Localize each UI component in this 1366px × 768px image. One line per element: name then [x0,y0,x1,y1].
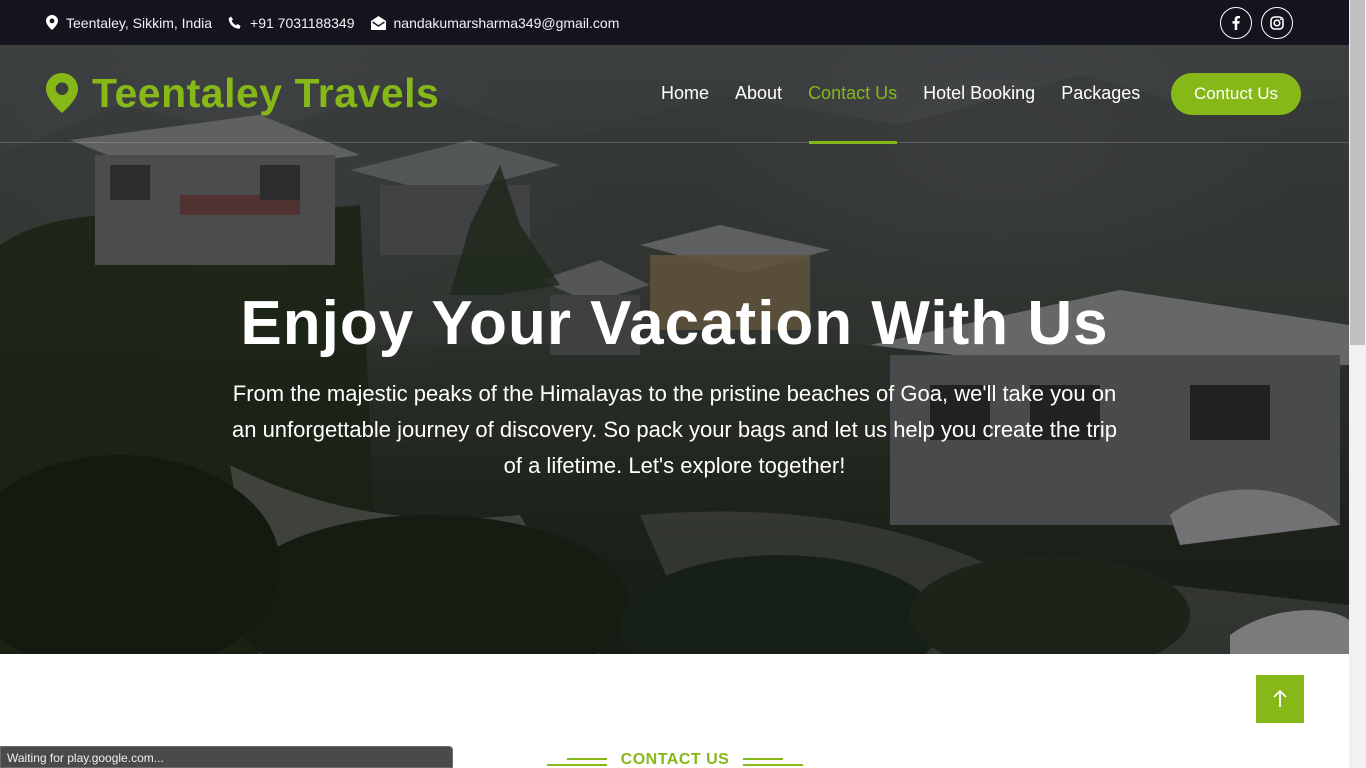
hero-section: Teentaley Travels Home About Contact Us … [0,45,1349,654]
email-text: nandakumarsharma349@gmail.com [393,14,620,31]
facebook-icon [1232,16,1240,30]
instagram-button[interactable] [1261,7,1293,39]
page-scrollbar[interactable] [1349,0,1366,768]
nav-about[interactable]: About [735,81,782,105]
social-links [1220,7,1293,39]
nav-menu: Home About Contact Us Hotel Booking Pack… [648,81,1153,144]
map-pin-icon [46,73,78,113]
instagram-icon [1270,16,1284,30]
nav-home[interactable]: Home [661,81,709,105]
location-icon [46,15,58,30]
scrollbar-thumb[interactable] [1350,0,1365,345]
phone-text: +91 7031188349 [250,14,355,31]
topbar: Teentaley, Sikkim, India +91 7031188349 … [0,0,1349,45]
hero-title: Enjoy Your Vacation With Us [240,289,1109,358]
brand-logo[interactable]: Teentaley Travels [46,72,439,114]
contact-cta-button[interactable]: Contuct Us [1171,73,1301,115]
back-to-top-button[interactable] [1256,675,1304,723]
hero-subtitle: From the majestic peaks of the Himalayas… [231,381,1118,478]
navbar: Teentaley Travels Home About Contact Us … [0,45,1349,144]
phone-icon [228,16,241,29]
facebook-button[interactable] [1220,7,1252,39]
browser-status-bar: Waiting for play.google.com... [0,746,453,768]
brand-name: Teentaley Travels [92,70,440,116]
location-info: Teentaley, Sikkim, India [46,15,212,31]
nav-contact-us[interactable]: Contact Us [808,81,898,144]
tag-decoration-right [742,753,803,767]
location-text: Teentaley, Sikkim, India [66,14,213,31]
section-tag-text: CONTACT US [620,751,730,768]
phone-info: +91 7031188349 [228,14,355,31]
nav-packages[interactable]: Packages [1061,81,1140,105]
section-tag: CONTACT US [547,750,803,768]
arrow-up-icon [1273,690,1287,707]
nav-hotel-booking[interactable]: Hotel Booking [923,81,1035,105]
tag-decoration-left [547,753,607,767]
envelope-open-icon [370,15,386,30]
email-info: nandakumarsharma349@gmail.com [370,14,620,31]
